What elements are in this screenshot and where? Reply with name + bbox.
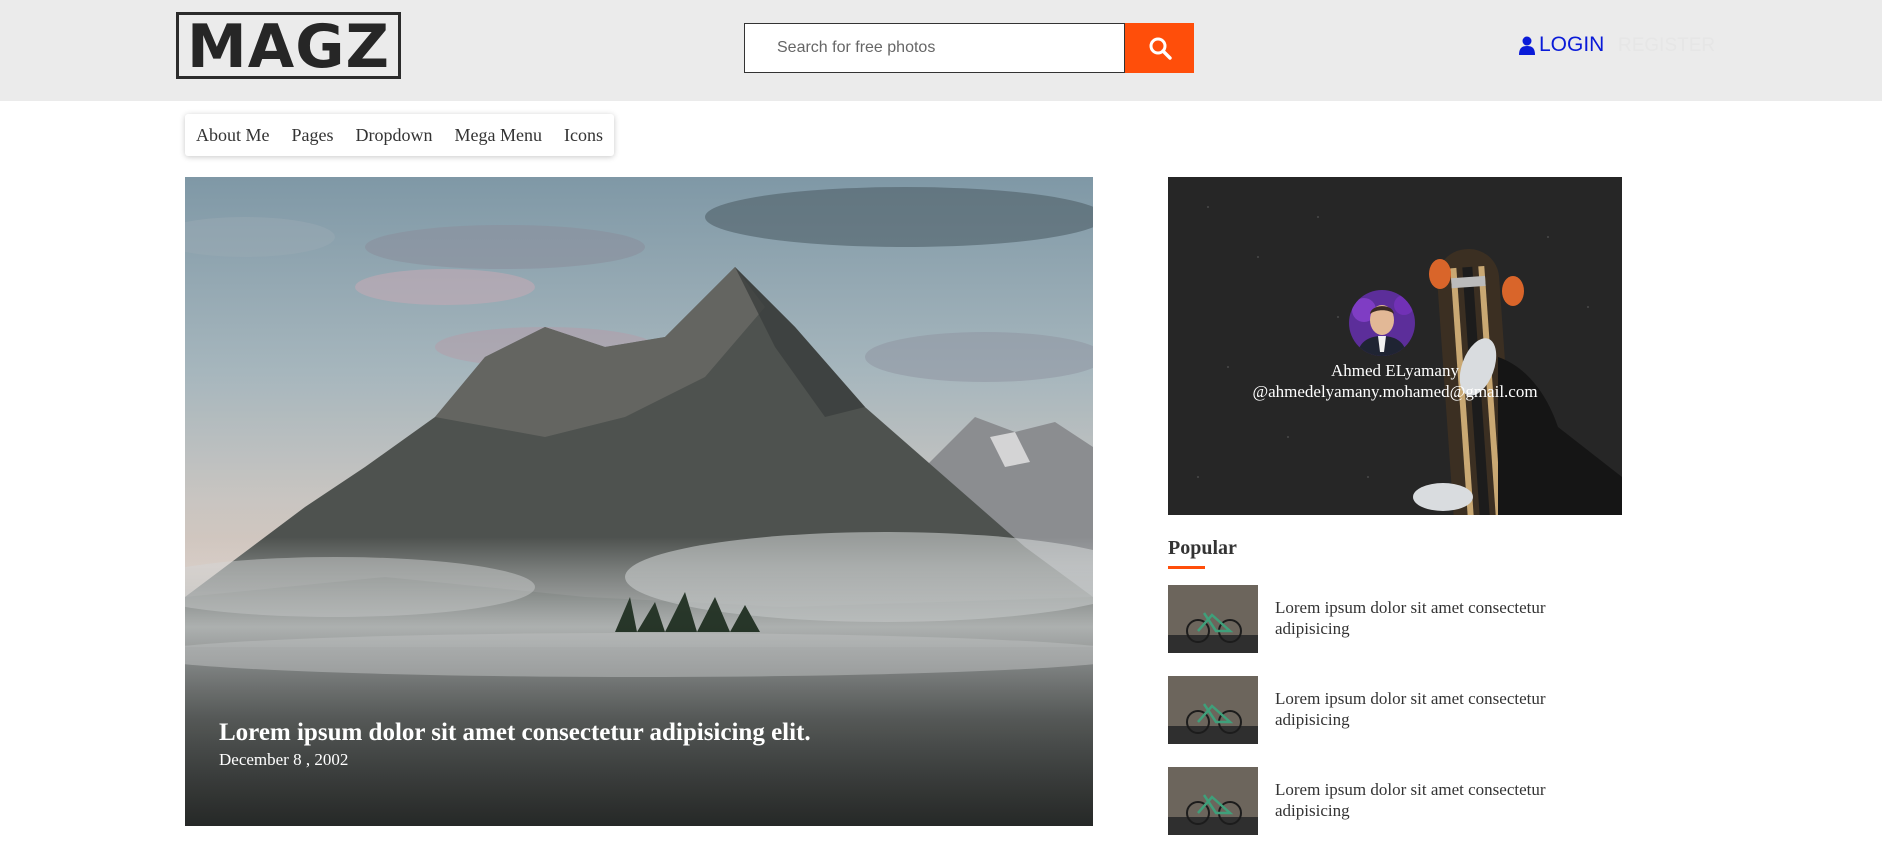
featured-date: December 8 , 2002 — [219, 750, 349, 769]
login-label: LOGIN — [1539, 33, 1605, 56]
author-avatar[interactable] — [1349, 290, 1415, 356]
popular-item-thumbnail[interactable] — [1168, 858, 1258, 863]
author-email: @ahmedelyamany.mohamed@gmail.com — [1252, 382, 1538, 401]
nav-item-icons[interactable]: Icons — [564, 125, 603, 146]
search-input[interactable] — [744, 23, 1125, 73]
popular-underline — [1168, 566, 1205, 569]
author-card: Ahmed ELyamany @ahmedelyamany.mohamed@gm… — [1168, 177, 1622, 515]
featured-caption: Lorem ipsum dolor sit amet consectetur a… — [219, 718, 811, 770]
featured-article[interactable]: Lorem ipsum dolor sit amet consectetur a… — [185, 177, 1093, 826]
author-name: Ahmed ELyamany — [1331, 361, 1459, 380]
nav-item-mega-menu[interactable]: Mega Menu — [455, 125, 542, 146]
site-logo[interactable]: MAGZ — [176, 12, 401, 79]
popular-item[interactable]: Lorem ipsum dolor sit amet consectetur a… — [1168, 767, 1622, 835]
popular-item[interactable]: Lorem ipsum dolor sit amet consectetur a… — [1168, 585, 1622, 653]
popular-item-thumbnail — [1168, 767, 1258, 835]
popular-item-title[interactable]: Lorem ipsum dolor sit amet consectetur a… — [1275, 688, 1595, 730]
nav-item-about-me[interactable]: About Me — [196, 125, 270, 146]
login-link[interactable]: LOGIN — [1519, 33, 1604, 57]
nav-item-dropdown[interactable]: Dropdown — [356, 125, 433, 146]
search-icon — [1149, 37, 1172, 60]
user-icon — [1519, 36, 1535, 55]
site-header: MAGZ LOGIN REGISTER — [0, 0, 1882, 101]
popular-item[interactable]: Lorem ipsum dolor sit amet consectetur a… — [1168, 676, 1622, 744]
register-link[interactable]: REGISTER — [1618, 35, 1715, 57]
popular-heading: Popular — [1168, 537, 1237, 559]
nav-item-pages[interactable]: Pages — [292, 125, 334, 146]
search-bar — [744, 23, 1194, 73]
popular-item-title[interactable]: Lorem ipsum dolor sit amet consectetur a… — [1275, 779, 1595, 821]
popular-item-thumbnail — [1168, 585, 1258, 653]
popular-item-thumbnail — [1168, 676, 1258, 744]
search-button[interactable] — [1125, 23, 1194, 73]
popular-item-title[interactable]: Lorem ipsum dolor sit amet consectetur a… — [1275, 597, 1595, 639]
main-nav: About Me Pages Dropdown Mega Menu Icons — [185, 114, 614, 156]
featured-title[interactable]: Lorem ipsum dolor sit amet consectetur a… — [219, 718, 811, 748]
